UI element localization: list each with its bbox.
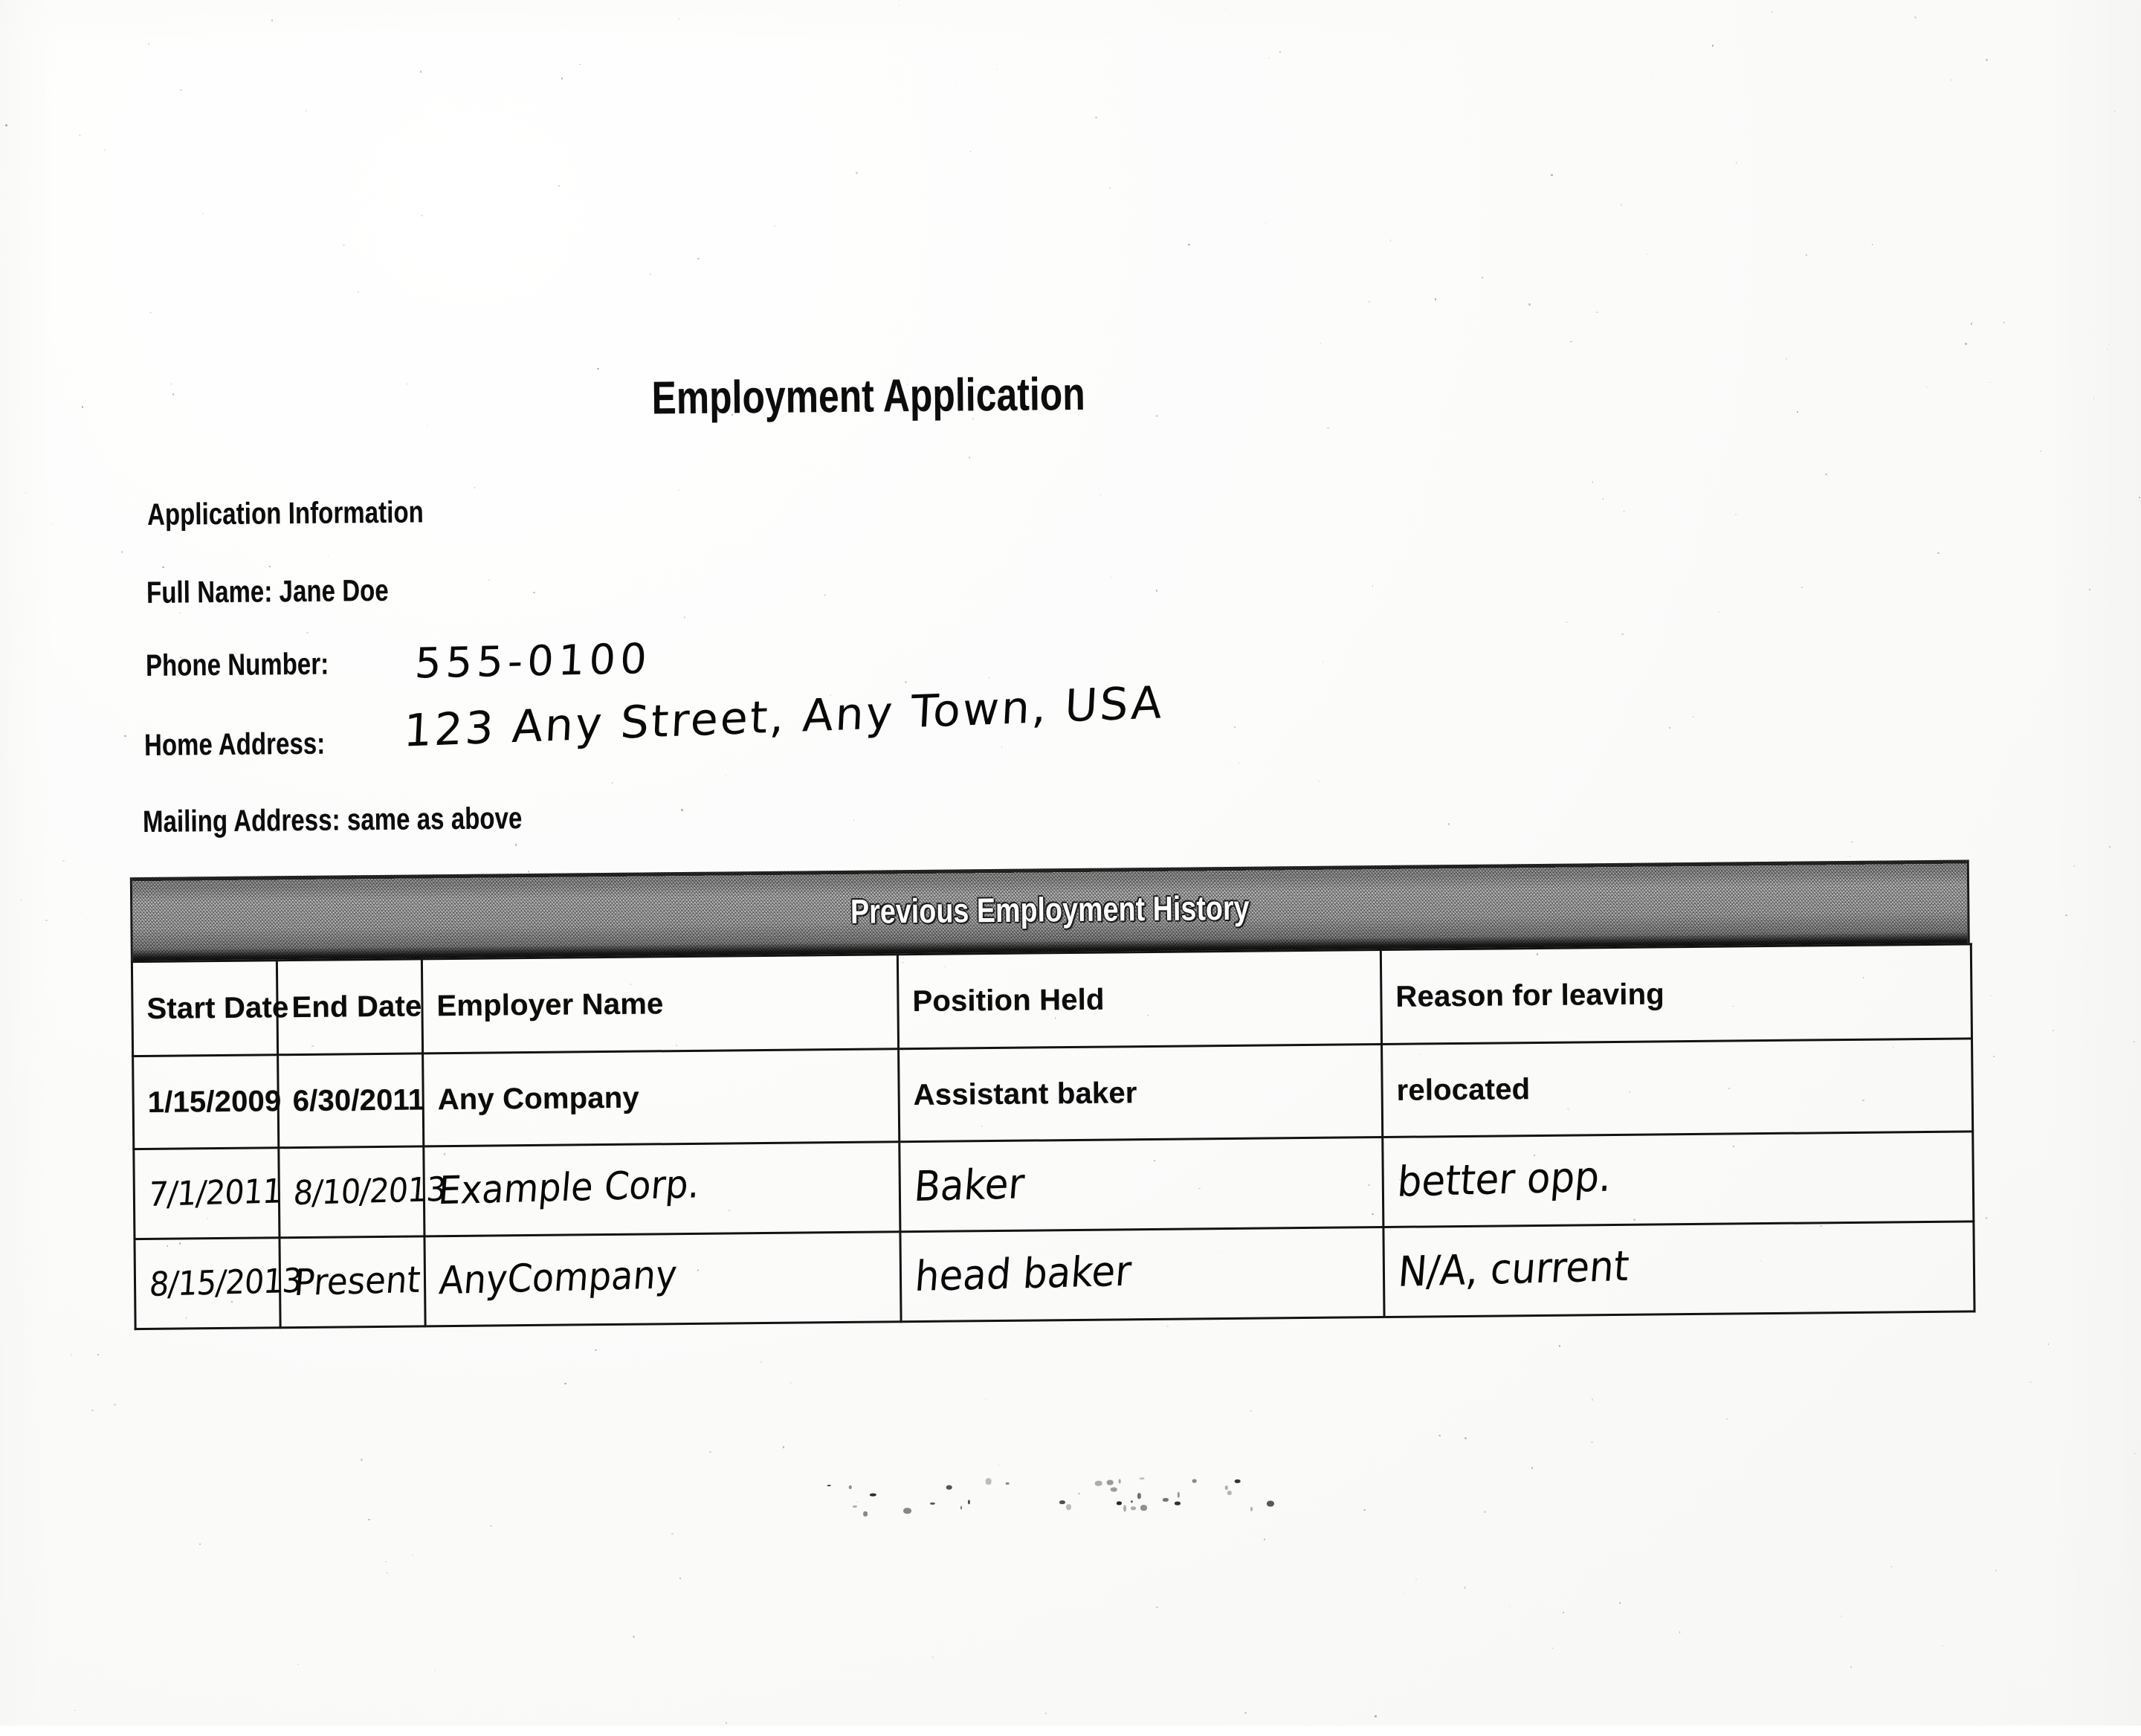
cell-start-date: 1/15/2009 [132,1054,282,1149]
table-banner: Previous Employment History [129,859,1970,961]
col-header-end-date: End Date [277,958,423,1055]
document-sheet: Employment Application Application Infor… [0,0,2141,1736]
cell-end-date: 6/30/2011 [277,1053,424,1148]
cell-end-date: 8/10/2013 [278,1146,447,1238]
cell-position: Baker [899,1137,1383,1232]
col-header-position-held: Position Held [897,949,1382,1049]
page-title: Employment Application [651,368,1086,425]
field-home-address-label: Home Address: [143,726,326,762]
cell-end-date: Present [279,1236,426,1328]
table-row: 1/15/2009 6/30/2011 Any Company Assistan… [132,1038,1973,1149]
cell-start-date: 7/1/2011 [133,1147,283,1239]
cell-position: head baker [900,1227,1385,1322]
field-home-address-handwritten-value: 123 Any Street, Any Town, USA [402,677,1166,758]
table-banner-title: Previous Employment History [850,888,1250,931]
field-mailing-address: Mailing Address: same as above [142,801,523,839]
col-header-reason-for-leaving: Reason for leaving [1380,943,1972,1045]
col-header-start-date: Start Date [132,960,289,1056]
field-full-name: Full Name: Jane Doe [146,572,389,610]
cell-reason: relocated [1381,1038,1973,1138]
table-row: 7/1/2011 8/10/2013 Example Corp. Baker b… [133,1131,1974,1239]
field-phone-number-handwritten-value: 555-0100 [413,635,653,688]
col-header-employer-name: Employer Name [422,954,899,1053]
cell-employer: AnyCompany [424,1231,902,1326]
section-heading-application-information: Application Information [146,494,424,532]
scan-smudge-marks [818,1474,1295,1530]
cell-reason: better opp. [1382,1131,1974,1227]
cell-start-date: 8/15/2013 [134,1237,303,1329]
cell-employer: Example Corp. [423,1141,900,1236]
employment-history-grid: Start Date End Date Employer Name Positi… [131,943,1976,1330]
cell-position: Assistant baker [898,1044,1383,1142]
cell-reason: N/A, current [1383,1221,1975,1317]
cell-employer: Any Company [422,1048,900,1146]
previous-employment-history-table: Previous Employment History Start Date E… [129,859,1976,1330]
field-phone-number-label: Phone Number: [145,646,329,683]
table-row: 8/15/2013 Present AnyCompany head baker … [134,1221,1975,1329]
table-header-row: Start Date End Date Employer Name Positi… [132,943,1972,1056]
